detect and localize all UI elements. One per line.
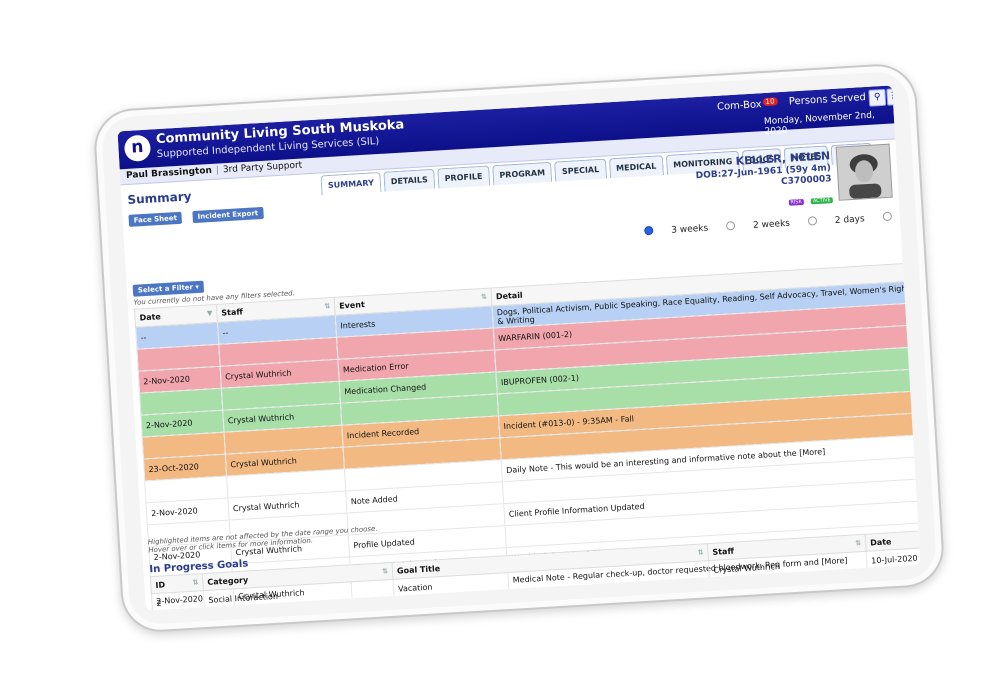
col-date-label: Date — [139, 312, 162, 323]
goals-col-id-label: ID — [155, 579, 166, 590]
range-option-label: Last 20 Items — [909, 208, 921, 222]
goal-id-cell: 2 — [151, 590, 205, 611]
range-option-0[interactable]: 3 weeks — [644, 224, 708, 238]
app-screen: n Community Living South Muskoka Support… — [117, 85, 921, 611]
goal-id-cell: 1 — [152, 609, 206, 611]
tab-summary[interactable]: SUMMARY — [320, 171, 382, 196]
sort-desc-icon: ▼ — [206, 309, 213, 318]
radio-icon[interactable] — [725, 220, 736, 231]
sort-icon: ⇅ — [697, 547, 704, 557]
range-option-label: 2 days — [834, 214, 865, 227]
date-range-options: 3 weeks 2 weeks 2 days Last 20 Items — [644, 206, 921, 237]
col-detail-label: Detail — [495, 290, 523, 302]
menu-button[interactable]: ☰ — [886, 87, 905, 106]
goals-col-title-label: Goal Title — [396, 563, 441, 576]
goals-col-date-label: Date — [869, 536, 892, 548]
incident-export-button[interactable]: Incident Export — [192, 206, 264, 224]
search-icon: ⚲ — [873, 92, 881, 103]
face-sheet-button[interactable]: Face Sheet — [128, 211, 183, 227]
tab-program[interactable]: PROGRAM — [491, 161, 553, 186]
sort-icon: ⇅ — [381, 566, 389, 576]
org-logo-icon[interactable]: n — [123, 134, 152, 163]
menu-icon: ☰ — [890, 91, 900, 102]
range-option-label: 2 weeks — [752, 218, 791, 231]
range-option-3[interactable]: Last 20 Items — [882, 208, 921, 223]
stage: n Community Living South Muskoka Support… — [0, 0, 1000, 682]
goals-col-staff-label: Staff — [712, 546, 735, 557]
sort-icon: ⇅ — [480, 292, 488, 302]
sort-icon: ⇅ — [192, 577, 199, 587]
goal-date-cell: 10-Jul-2020 — [866, 547, 921, 571]
goals-col-category-label: Category — [207, 574, 249, 587]
risk-tag: RISK — [788, 198, 804, 206]
person-id: C3700003 — [780, 174, 832, 188]
active-tag: ACTIVE — [810, 197, 833, 205]
person-tags: RISK ACTIVE — [786, 186, 833, 208]
tab-profile[interactable]: PROFILE — [437, 165, 490, 189]
sort-icon: ⇅ — [907, 267, 914, 276]
comm-box-label: Com-Box — [716, 99, 763, 113]
tablet-frame: n Community Living South Muskoka Support… — [92, 62, 946, 634]
radio-icon[interactable] — [882, 211, 892, 222]
range-option-1[interactable]: 2 weeks — [725, 218, 791, 233]
user-role: 3rd Party Support — [222, 160, 303, 176]
comm-box-link[interactable]: Com-Box 10 — [717, 97, 778, 113]
user-bar-separator: | — [215, 165, 220, 176]
sort-icon: ⇅ — [855, 538, 862, 547]
radio-icon[interactable] — [644, 225, 654, 236]
tab-special[interactable]: SPECIAL — [554, 158, 607, 182]
page-title: Summary — [127, 189, 192, 207]
person-portrait-icon — [836, 144, 892, 200]
search-button[interactable]: ⚲ — [868, 88, 887, 107]
tab-details[interactable]: DETAILS — [383, 168, 436, 192]
persons-served-link[interactable]: Persons Served — [789, 92, 867, 108]
radio-icon[interactable] — [807, 216, 818, 226]
event-detail-cell: Group Stat Note - Group Name: Meditation… — [510, 588, 921, 611]
person-photo[interactable] — [835, 143, 893, 201]
goal-date-cell: 11-May-2020 — [867, 566, 921, 590]
col-event-label: Event — [338, 300, 366, 311]
sort-icon: ⇅ — [324, 302, 331, 311]
range-option-2[interactable]: 2 days — [807, 214, 865, 227]
tab-medical[interactable]: MEDICAL — [608, 155, 664, 179]
range-option-label: 3 weeks — [671, 223, 709, 236]
col-staff-label: Staff — [221, 307, 244, 318]
comm-box-count-badge: 10 — [762, 97, 778, 107]
